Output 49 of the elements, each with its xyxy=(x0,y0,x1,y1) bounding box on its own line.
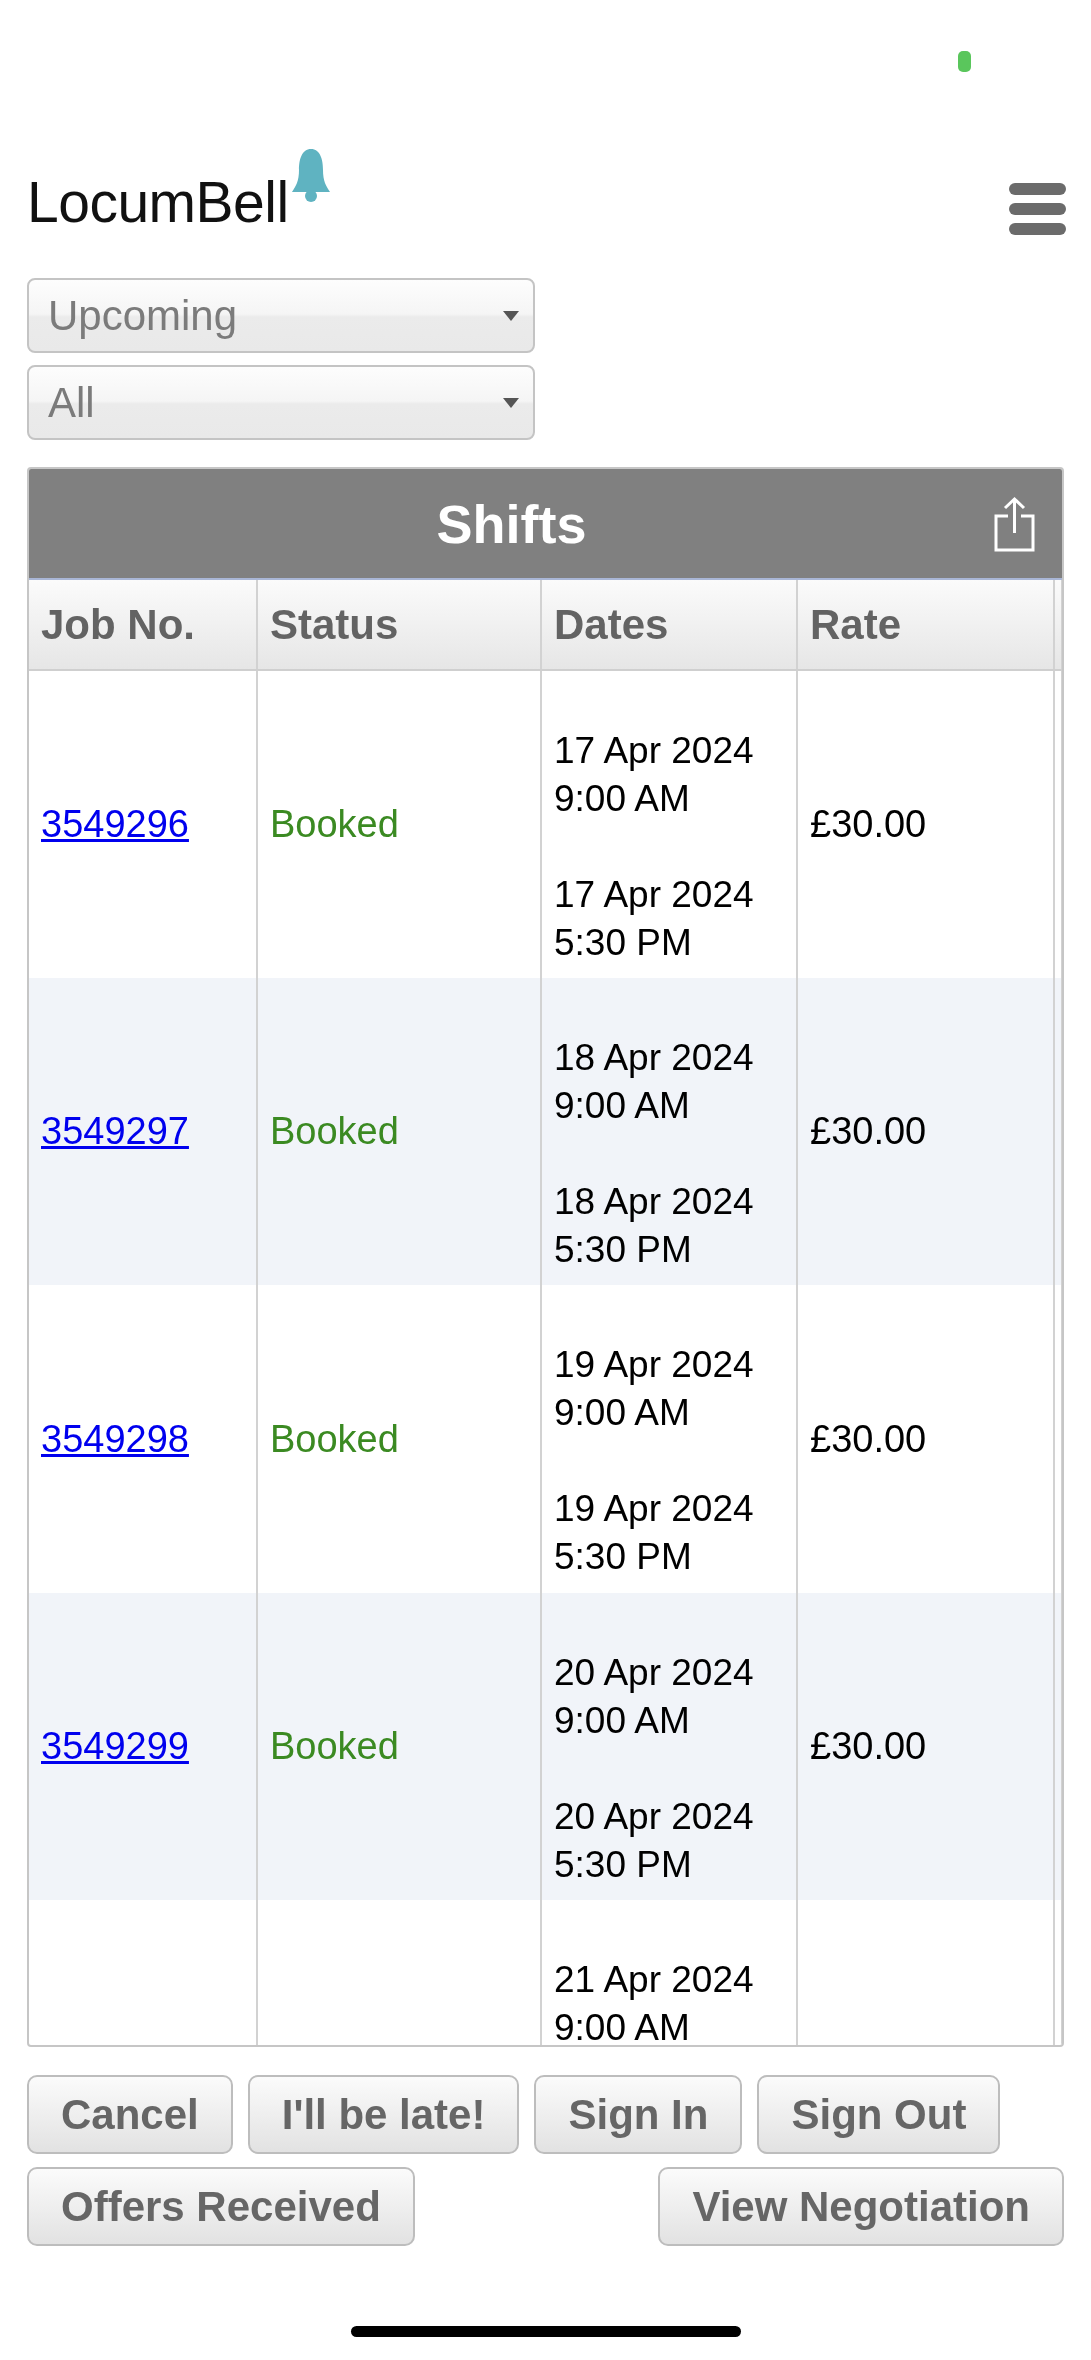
status-label: Booked xyxy=(270,803,399,846)
rate-text: £30.00 xyxy=(810,1417,927,1460)
date-text: 18 Apr 2024 xyxy=(554,1035,754,1080)
action-button[interactable]: Cancel xyxy=(27,2075,233,2154)
filter-dropdown[interactable]: All xyxy=(27,365,535,440)
time-text: 9:00 AM xyxy=(554,1698,690,1743)
menu-icon[interactable] xyxy=(1009,183,1066,235)
time-text: 5:30 PM xyxy=(554,1227,692,1272)
rate-text: £30.00 xyxy=(810,1110,927,1153)
date-text: 20 Apr 2024 xyxy=(554,1650,754,1695)
action-button[interactable]: Sign Out xyxy=(757,2075,1001,2154)
table-title: Shifts xyxy=(436,493,587,554)
action-button[interactable]: Sign In xyxy=(534,2075,743,2154)
date-text: 19 Apr 2024 xyxy=(554,1343,754,1387)
date-text: 19 Apr 2024 xyxy=(554,1487,754,1531)
job-number-link[interactable]: 3549299 xyxy=(41,1725,189,1768)
status-label: Booked xyxy=(270,1110,399,1153)
action-button[interactable]: View Negotiation xyxy=(658,2167,1064,2246)
action-button[interactable]: Offers Received xyxy=(27,2167,415,2246)
job-number-link[interactable]: 3549296 xyxy=(41,803,189,846)
rate-text: £30.00 xyxy=(810,803,927,846)
column-header: Rate xyxy=(797,580,1054,670)
time-text: 5:30 PM xyxy=(554,1535,692,1579)
date-text: 17 Apr 2024 xyxy=(554,873,754,917)
bell-icon xyxy=(290,147,331,202)
date-text: 17 Apr 2024 xyxy=(554,729,754,773)
time-text: 9:00 AM xyxy=(554,2006,690,2045)
caret-icon xyxy=(503,310,519,321)
column-header: Dates xyxy=(541,580,797,670)
date-text: 21 Apr 2024 xyxy=(554,1958,754,2002)
logo-text: LocumBell xyxy=(27,174,289,231)
action-button[interactable]: I'll be late! xyxy=(247,2075,520,2154)
column-header: Job No. xyxy=(29,580,257,670)
time-text: 5:30 PM xyxy=(554,1842,692,1887)
job-number-link[interactable]: 3549297 xyxy=(41,1110,189,1153)
job-number-link[interactable]: 3549298 xyxy=(41,1417,189,1460)
status-label: Booked xyxy=(270,1417,399,1460)
filter-dropdown[interactable]: Upcoming xyxy=(27,278,535,353)
column-header: Status xyxy=(257,580,541,670)
time-text: 5:30 PM xyxy=(554,921,692,965)
date-text: 18 Apr 2024 xyxy=(554,1179,754,1224)
time-text: 9:00 AM xyxy=(554,1391,690,1435)
share-icon[interactable] xyxy=(994,495,1035,552)
date-text: 20 Apr 2024 xyxy=(554,1794,754,1839)
time-text: 9:00 AM xyxy=(554,1083,690,1128)
caret-icon xyxy=(503,397,519,408)
time-text: 9:00 AM xyxy=(554,777,690,821)
status-label: Booked xyxy=(270,1725,399,1768)
rate-text: £30.00 xyxy=(810,1725,927,1768)
